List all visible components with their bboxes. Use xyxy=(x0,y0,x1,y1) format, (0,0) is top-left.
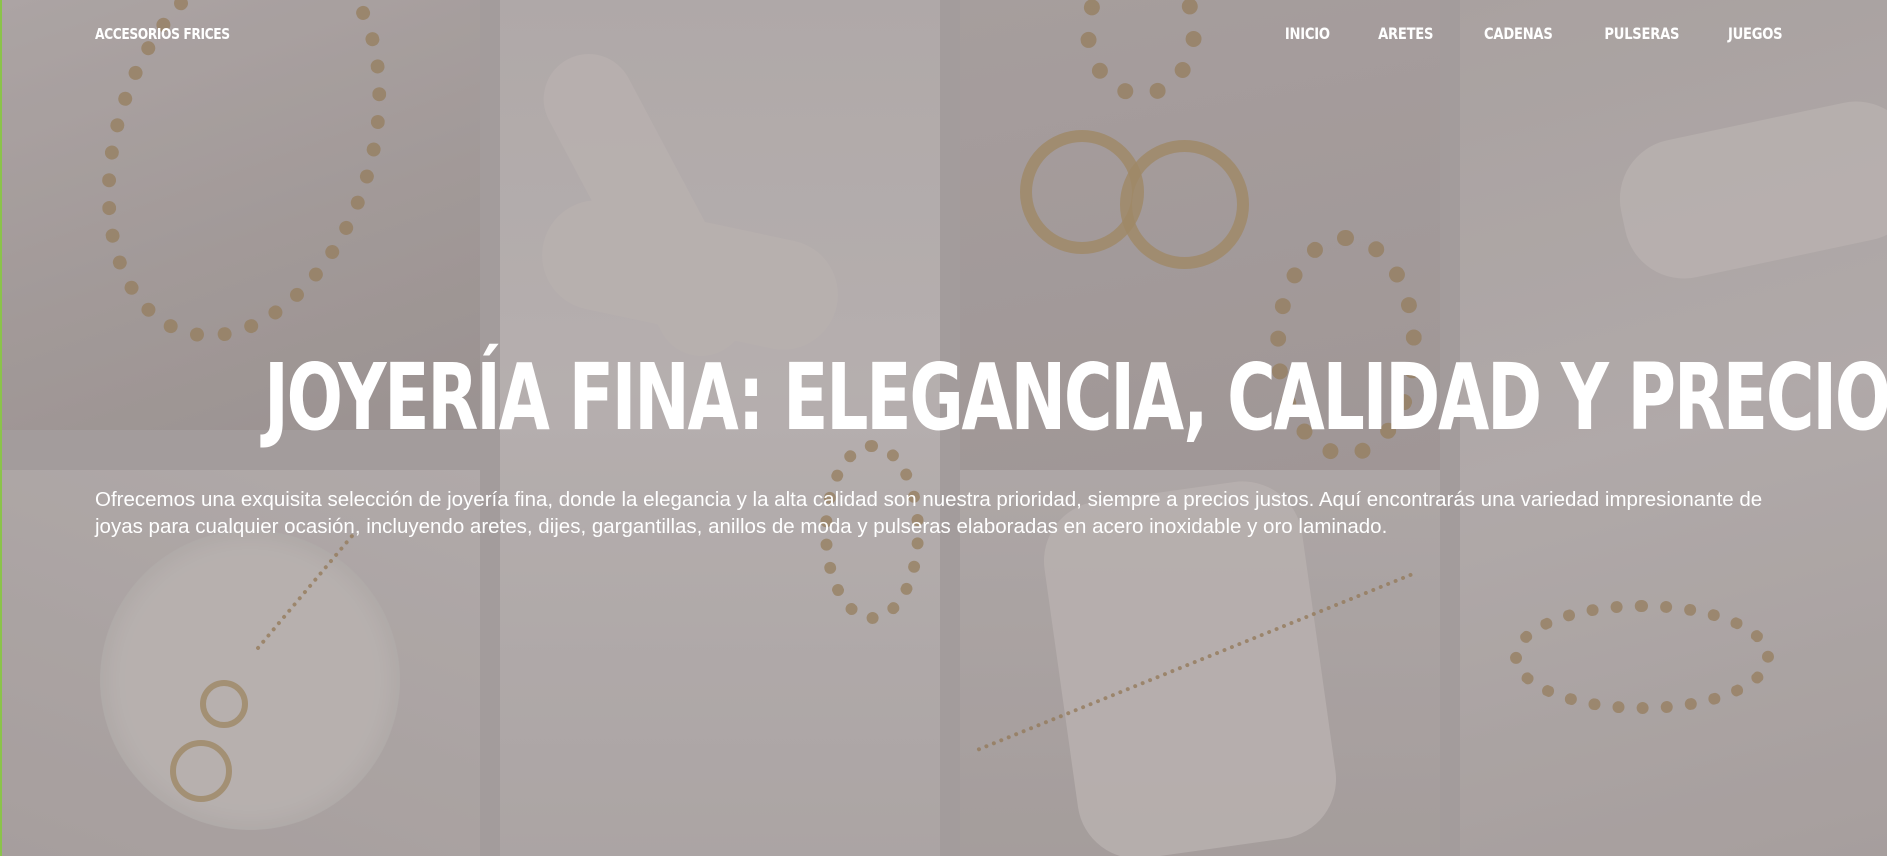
nav-link-juegos[interactable]: JUEGOS xyxy=(1728,24,1783,43)
hero-section: ACCESORIOS FRICES INICIO ARETES CADENAS … xyxy=(0,0,1887,856)
nav-link-pulseras[interactable]: PULSERAS xyxy=(1605,24,1680,43)
site-header: ACCESORIOS FRICES INICIO ARETES CADENAS … xyxy=(0,0,1887,70)
nav-link-cadenas[interactable]: CADENAS xyxy=(1484,24,1553,43)
nav-link-aretes[interactable]: ARETES xyxy=(1378,24,1433,43)
main-nav: INICIO ARETES CADENAS PULSERAS JUEGOS xyxy=(1239,24,1782,43)
hero-title: JOYERÍA FINA: ELEGANCIA, CALIDAD Y PRECI… xyxy=(264,344,1887,451)
site-logo[interactable]: ACCESORIOS FRICES xyxy=(95,25,230,43)
accent-edge xyxy=(0,0,2,856)
nav-link-inicio[interactable]: INICIO xyxy=(1285,24,1330,43)
hero-description: Ofrecemos una exquisita selección de joy… xyxy=(95,488,1763,538)
